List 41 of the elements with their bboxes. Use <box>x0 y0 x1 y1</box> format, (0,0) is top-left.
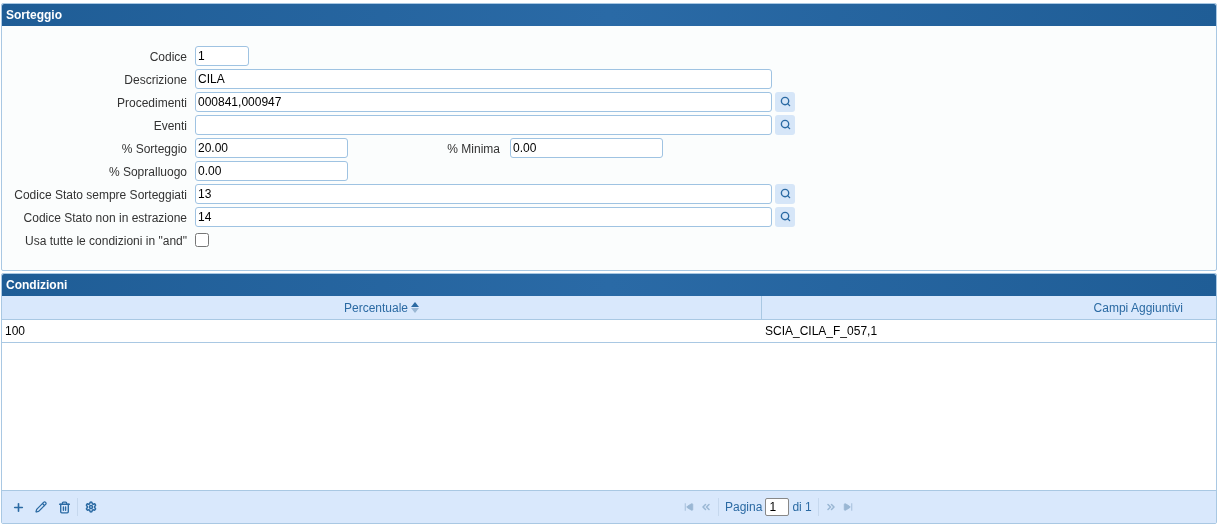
input-field[interactable]: 13 <box>195 183 772 204</box>
search-button[interactable] <box>775 114 795 135</box>
field-label: Codice <box>149 49 187 64</box>
field-label: % Sopralluogo <box>108 164 187 179</box>
input-field[interactable] <box>195 114 772 135</box>
input-field[interactable]: 1 <box>195 45 249 66</box>
page-label: Pagina <box>725 499 763 516</box>
search-icon <box>779 188 791 199</box>
settings-button[interactable] <box>83 499 99 515</box>
panel-title: Condizioni <box>6 277 68 294</box>
search-button[interactable] <box>775 91 795 112</box>
sort-icon <box>411 302 419 313</box>
input-field[interactable]: 000841,000947 <box>195 91 772 112</box>
field-label: Codice Stato non in estrazione <box>23 210 187 225</box>
field-label: Descrizione <box>124 72 187 87</box>
column-header[interactable]: Percentuale <box>2 296 762 319</box>
search-icon <box>779 211 791 222</box>
search-icon <box>779 96 791 107</box>
input-field[interactable]: 20.00 <box>195 137 348 158</box>
field-label: Eventi <box>153 118 187 133</box>
page-total: di 1 <box>792 499 812 516</box>
page-field[interactable]: 1 <box>765 498 790 516</box>
input-field[interactable]: 14 <box>195 206 772 227</box>
search-icon <box>779 119 791 130</box>
search-button[interactable] <box>775 183 795 204</box>
search-button[interactable] <box>775 206 795 227</box>
field-label: % Minima <box>447 141 500 156</box>
delete-button[interactable] <box>56 499 72 515</box>
table-cell-text: 100 <box>4 323 27 340</box>
column-header[interactable]: Campi Aggiuntivi <box>762 296 1216 319</box>
field-label: Codice Stato sempre Sorteggiati <box>14 187 187 202</box>
field-label: Procedimenti <box>116 95 187 110</box>
input-field[interactable]: CILA <box>195 68 772 89</box>
checkbox[interactable] <box>195 232 209 247</box>
field-label: % Sorteggio <box>121 141 187 156</box>
edit-button[interactable] <box>33 499 49 515</box>
input-field[interactable]: 0.00 <box>510 137 663 158</box>
input-field[interactable]: 0.00 <box>195 160 348 181</box>
table-cell-text: SCIA_CILA_F_057,1 <box>764 323 879 340</box>
panel-title: Sorteggio <box>6 7 62 24</box>
field-label: Usa tutte le condizioni in "and" <box>25 233 187 248</box>
